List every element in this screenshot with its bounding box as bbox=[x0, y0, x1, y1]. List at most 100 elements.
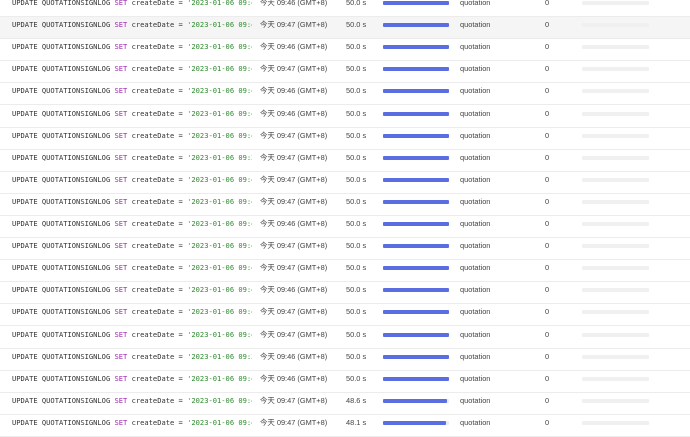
sql-prefix: UPDATE QUOTATIONSIGNLOG bbox=[12, 152, 115, 162]
duration-bar bbox=[383, 266, 449, 271]
duration-bar-fill bbox=[383, 354, 449, 359]
duration-bar bbox=[383, 354, 449, 359]
duration-bar-fill bbox=[383, 222, 449, 226]
sql-statement[interactable]: UPDATE QUOTATIONSIGNLOG SET createDate =… bbox=[12, 194, 252, 215]
exec-time: 今天 09:46 (GMT+8) bbox=[260, 108, 328, 118]
count-bar bbox=[582, 222, 649, 226]
duration-bar-fill bbox=[383, 133, 449, 138]
database-name: quotation bbox=[460, 0, 491, 7]
sql-value: '2023-01-06 09:44:… bbox=[187, 219, 252, 228]
duration-bar-fill bbox=[383, 177, 449, 182]
count-bar bbox=[582, 155, 649, 160]
sql-statement[interactable]: UPDATE QUOTATIONSIGNLOG SET createDate =… bbox=[12, 0, 252, 16]
sql-value: '2023-01-06 09:44:… bbox=[187, 174, 252, 184]
table-row[interactable]: UPDATE QUOTATIONSIGNLOG SET createDate =… bbox=[0, 193, 690, 216]
sql-statement[interactable]: UPDATE QUOTATIONSIGNLOG SET createDate =… bbox=[12, 371, 252, 392]
sql-keyword: SET bbox=[114, 395, 128, 405]
sql-keyword: SET bbox=[114, 152, 128, 162]
sql-value: '2023-01-06 09:44:… bbox=[187, 20, 252, 30]
exec-time: 今天 09:46 (GMT+8) bbox=[260, 219, 328, 228]
table-row[interactable]: UPDATE QUOTATIONSIGNLOG SET createDate =… bbox=[0, 414, 690, 437]
sql-statement[interactable]: UPDATE QUOTATIONSIGNLOG SET createDate =… bbox=[12, 260, 252, 281]
sql-statement[interactable]: UPDATE QUOTATIONSIGNLOG SET createDate =… bbox=[12, 128, 252, 149]
sql-prefix: UPDATE QUOTATIONSIGNLOG bbox=[12, 20, 115, 30]
sql-statement[interactable]: UPDATE QUOTATIONSIGNLOG SET createDate =… bbox=[12, 17, 252, 38]
sql-mid: createDate = bbox=[127, 395, 188, 405]
table-row[interactable]: UPDATE QUOTATIONSIGNLOG SET createDate =… bbox=[0, 326, 690, 349]
table-row[interactable]: UPDATE QUOTATIONSIGNLOG SET createDate =… bbox=[0, 216, 690, 238]
table-row[interactable]: UPDATE QUOTATIONSIGNLOG SET createDate =… bbox=[0, 149, 690, 172]
count-value: 0 bbox=[545, 417, 550, 427]
table-row[interactable]: UPDATE QUOTATIONSIGNLOG SET createDate =… bbox=[0, 171, 690, 194]
sql-prefix: UPDATE QUOTATIONSIGNLOG bbox=[12, 307, 115, 317]
sql-mid: createDate = bbox=[127, 174, 188, 184]
duration-bar-fill bbox=[383, 23, 449, 28]
sql-statement[interactable]: UPDATE QUOTATIONSIGNLOG SET createDate =… bbox=[12, 327, 252, 348]
sql-value: '2023-01-06 09:39:… bbox=[187, 152, 252, 162]
sql-statement[interactable]: UPDATE QUOTATIONSIGNLOG SET createDate =… bbox=[12, 172, 252, 193]
duration-value: 50.0 s bbox=[346, 241, 367, 251]
duration-value: 50.0 s bbox=[346, 307, 367, 317]
sql-statement[interactable]: UPDATE QUOTATIONSIGNLOG SET createDate =… bbox=[12, 393, 252, 414]
sql-value: '2023-01-06 09:44:… bbox=[187, 86, 252, 96]
duration-bar-fill bbox=[383, 1, 449, 5]
database-name: quotation bbox=[460, 174, 491, 184]
table-row[interactable]: UPDATE QUOTATIONSIGNLOG SET createDate =… bbox=[0, 370, 690, 393]
sql-prefix: UPDATE QUOTATIONSIGNLOG bbox=[12, 174, 115, 184]
table-row[interactable]: UPDATE QUOTATIONSIGNLOG SET createDate =… bbox=[0, 238, 690, 261]
sql-value: '2023-01-06 09:44:… bbox=[187, 64, 252, 74]
sql-keyword: SET bbox=[114, 351, 128, 361]
duration-value: 50.0 s bbox=[346, 196, 367, 206]
duration-value: 50.0 s bbox=[346, 86, 367, 96]
table-row[interactable]: UPDATE QUOTATIONSIGNLOG SET createDate =… bbox=[0, 0, 690, 17]
count-bar bbox=[582, 266, 649, 271]
duration-value: 50.0 s bbox=[346, 108, 367, 118]
sql-mid: createDate = bbox=[127, 108, 188, 118]
exec-time: 今天 09:46 (GMT+8) bbox=[260, 86, 328, 96]
table-row[interactable]: UPDATE QUOTATIONSIGNLOG SET createDate =… bbox=[0, 39, 690, 62]
sql-value: '2023-01-06 09:44:… bbox=[187, 130, 252, 140]
database-name: quotation bbox=[460, 395, 491, 405]
table-row[interactable]: UPDATE QUOTATIONSIGNLOG SET createDate =… bbox=[0, 260, 690, 283]
sql-statement[interactable]: UPDATE QUOTATIONSIGNLOG SET createDate =… bbox=[12, 238, 252, 259]
sql-prefix: UPDATE QUOTATIONSIGNLOG bbox=[12, 417, 115, 427]
sql-statement[interactable]: UPDATE QUOTATIONSIGNLOG SET createDate =… bbox=[12, 106, 252, 127]
count-bar bbox=[582, 1, 649, 5]
sql-statement[interactable]: UPDATE QUOTATIONSIGNLOG SET createDate =… bbox=[12, 83, 252, 104]
sql-statement[interactable]: UPDATE QUOTATIONSIGNLOG SET createDate =… bbox=[12, 349, 252, 370]
sql-value: '2023-01-06 09:44:… bbox=[187, 241, 252, 251]
sql-statement[interactable]: UPDATE QUOTATIONSIGNLOG SET createDate =… bbox=[12, 39, 252, 60]
sql-statement[interactable]: UPDATE QUOTATIONSIGNLOG SET createDate =… bbox=[12, 304, 252, 325]
count-bar bbox=[582, 288, 649, 293]
table-row[interactable]: UPDATE QUOTATIONSIGNLOG SET createDate =… bbox=[0, 83, 690, 106]
sql-prefix: UPDATE QUOTATIONSIGNLOG bbox=[12, 130, 115, 140]
table-row[interactable]: UPDATE QUOTATIONSIGNLOG SET createDate =… bbox=[0, 392, 690, 415]
sql-prefix: UPDATE QUOTATIONSIGNLOG bbox=[12, 373, 115, 383]
count-bar bbox=[582, 244, 649, 249]
table-row[interactable]: UPDATE QUOTATIONSIGNLOG SET createDate =… bbox=[0, 61, 690, 84]
sql-prefix: UPDATE QUOTATIONSIGNLOG bbox=[12, 351, 115, 361]
sql-statement[interactable]: UPDATE QUOTATIONSIGNLOG SET createDate =… bbox=[12, 150, 252, 171]
sql-mid: createDate = bbox=[127, 263, 188, 273]
exec-time: 今天 09:47 (GMT+8) bbox=[260, 130, 328, 140]
count-value: 0 bbox=[545, 42, 550, 52]
duration-bar bbox=[383, 177, 449, 182]
table-row[interactable]: UPDATE QUOTATIONSIGNLOG SET createDate =… bbox=[0, 17, 690, 40]
count-value: 0 bbox=[545, 307, 550, 317]
sql-mid: createDate = bbox=[127, 196, 188, 206]
table-row[interactable]: UPDATE QUOTATIONSIGNLOG SET createDate =… bbox=[0, 304, 690, 327]
sql-mid: createDate = bbox=[127, 373, 188, 383]
table-row[interactable]: UPDATE QUOTATIONSIGNLOG SET createDate =… bbox=[0, 105, 690, 128]
sql-statement[interactable]: UPDATE QUOTATIONSIGNLOG SET createDate =… bbox=[12, 415, 252, 436]
sql-value: '2023-01-06 09:44:… bbox=[187, 417, 252, 427]
sql-statement[interactable]: UPDATE QUOTATIONSIGNLOG SET createDate =… bbox=[12, 282, 252, 303]
sql-prefix: UPDATE QUOTATIONSIGNLOG bbox=[12, 64, 115, 74]
table-row[interactable]: UPDATE QUOTATIONSIGNLOG SET createDate =… bbox=[0, 348, 690, 371]
table-row[interactable]: UPDATE QUOTATIONSIGNLOG SET createDate =… bbox=[0, 127, 690, 150]
sql-keyword: SET bbox=[114, 130, 128, 140]
sql-value: '2023-01-06 09:44:… bbox=[187, 0, 252, 7]
sql-statement[interactable]: UPDATE QUOTATIONSIGNLOG SET createDate =… bbox=[12, 216, 252, 237]
table-row[interactable]: UPDATE QUOTATIONSIGNLOG SET createDate =… bbox=[0, 282, 690, 305]
sql-statement[interactable]: UPDATE QUOTATIONSIGNLOG SET createDate =… bbox=[12, 61, 252, 82]
exec-time: 今天 09:47 (GMT+8) bbox=[260, 417, 328, 427]
